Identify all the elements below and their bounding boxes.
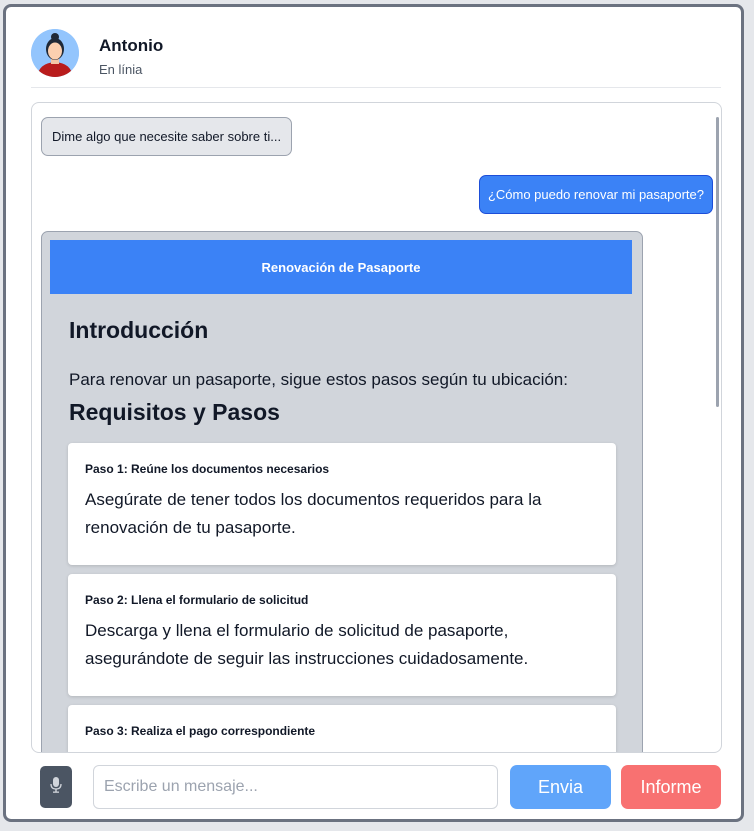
- step-text: Descarga y llena el formulario de solici…: [85, 621, 529, 668]
- avatar: [31, 29, 79, 77]
- step-title: Paso 2: Llena el formulario de solicitud: [85, 593, 309, 607]
- message-input[interactable]: [93, 765, 498, 809]
- intro-text: Para renovar un pasaporte, sigue estos p…: [69, 370, 568, 389]
- composer: Envia Informe: [31, 763, 721, 813]
- card-title: Renovación de Pasaporte: [50, 240, 632, 294]
- contact-status: En línia: [99, 62, 143, 77]
- report-button[interactable]: Informe: [621, 765, 721, 809]
- chat-header: Antonio En línia: [31, 29, 721, 88]
- message-list[interactable]: Dime algo que necesite saber sobre ti...…: [31, 102, 722, 753]
- step-title: Paso 1: Reúne los documentos necesarios: [85, 462, 330, 476]
- user-message: ¿Cómo puedo renovar mi pasaporte?: [478, 175, 713, 214]
- scrollbar[interactable]: [716, 117, 719, 407]
- bot-message: Dime algo que necesite saber sobre ti...: [41, 117, 293, 156]
- microphone-icon: [50, 776, 62, 798]
- step-card: Paso 3: Realiza el pago correspondiente: [68, 705, 616, 752]
- response-card: Renovación de Pasaporte Introducción Par…: [41, 231, 643, 752]
- step-title: Paso 3: Realiza el pago correspondiente: [85, 724, 316, 738]
- step-card: Paso 2: Llena el formulario de solicitud…: [68, 574, 616, 696]
- step-text: Asegúrate de tener todos los documentos …: [85, 490, 542, 537]
- step-card: Paso 1: Reúne los documentos necesarios …: [68, 443, 616, 565]
- microphone-button[interactable]: [40, 766, 72, 808]
- requirements-heading: Requisitos y Pasos: [69, 399, 280, 425]
- contact-name: Antonio: [99, 36, 164, 55]
- chat-window: Antonio En línia Dime algo que necesite …: [3, 4, 744, 822]
- intro-heading: Introducción: [69, 317, 209, 343]
- send-button[interactable]: Envia: [510, 765, 611, 809]
